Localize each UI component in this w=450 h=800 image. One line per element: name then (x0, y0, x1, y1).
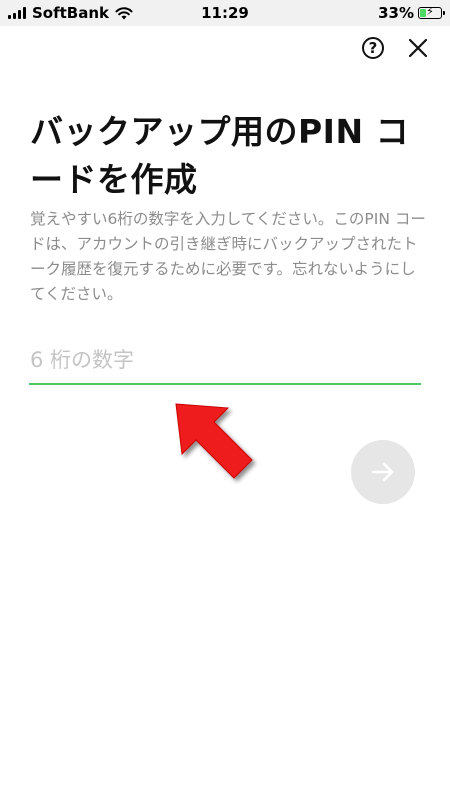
battery-percent: 33% (378, 4, 414, 22)
close-icon[interactable] (406, 36, 430, 60)
help-icon[interactable]: ? (362, 37, 384, 59)
header-actions: ? (362, 36, 430, 60)
arrow-right-icon (371, 462, 394, 482)
status-bar: SoftBank 11:29 33% ⚡ (0, 0, 450, 26)
charging-bolt-icon: ⚡ (426, 5, 434, 18)
instruction-text: 覚えやすい6桁の数字を入力してください。このPIN コードは、アカウントの引き継… (30, 210, 426, 303)
help-symbol: ? (368, 39, 378, 57)
pin-code-input[interactable] (30, 340, 420, 380)
status-right: 33% ⚡ (378, 4, 445, 22)
input-underline (29, 383, 421, 385)
red-pointer-arrow-icon (175, 403, 253, 479)
battery-charging-icon: ⚡ (418, 5, 445, 19)
next-button[interactable] (351, 440, 415, 504)
page-title: バックアップ用のPIN コードを作成 (30, 112, 410, 199)
